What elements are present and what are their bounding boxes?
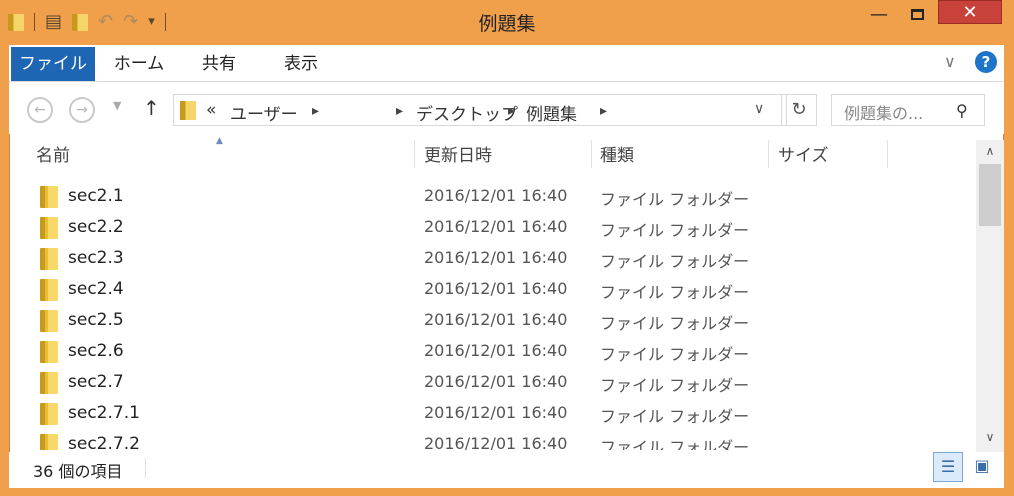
address-bar[interactable]: « ユーザー ▸ ▸ デスクトップ ▸ 例題集 ▸ ∨ <box>173 94 787 126</box>
tab-home[interactable]: ホーム <box>105 47 173 81</box>
search-placeholder: 例題集の... <box>844 104 924 123</box>
item-type: ファイル フォルダー <box>600 345 750 364</box>
item-date: 2016/12/01 16:40 <box>424 372 568 391</box>
status-divider <box>145 458 146 478</box>
breadcrumb-separator[interactable]: ▸ <box>396 103 403 119</box>
vertical-scrollbar[interactable]: ∧ ∨ <box>976 140 1004 452</box>
address-dropdown-icon[interactable]: ∨ <box>754 101 764 117</box>
breadcrumb-desktop[interactable]: デスクトップ <box>416 100 518 125</box>
item-type: ファイル フォルダー <box>600 376 750 395</box>
search-input[interactable]: 例題集の... ⚲ <box>831 94 985 126</box>
item-date: 2016/12/01 16:40 <box>424 434 568 450</box>
breadcrumb-users[interactable]: ユーザー <box>230 100 298 125</box>
item-name: sec2.4 <box>68 279 124 299</box>
item-name: sec2.3 <box>68 248 124 268</box>
large-icons-view-button[interactable]: ▣ <box>967 452 997 482</box>
scroll-up-icon[interactable]: ∧ <box>976 144 1004 158</box>
item-name: sec2.7.1 <box>68 403 140 423</box>
item-type: ファイル フォルダー <box>600 252 750 271</box>
details-view-button[interactable]: ☰ <box>933 452 963 482</box>
up-button[interactable]: ↑ <box>143 96 160 120</box>
navigation-bar: ← → ▼ ↑ « ユーザー ▸ ▸ デスクトップ ▸ 例題集 ▸ ∨ ↻ 例題… <box>9 82 1004 134</box>
item-date: 2016/12/01 16:40 <box>424 310 568 329</box>
list-item[interactable]: sec2.6 2016/12/01 16:40 ファイル フォルダー <box>36 337 976 368</box>
ribbon-tabs: ファイル ホーム 共有 表示 ∨ ? <box>9 45 1004 82</box>
tab-file[interactable]: ファイル <box>11 47 95 81</box>
search-icon[interactable]: ⚲ <box>956 101 968 120</box>
list-item[interactable]: sec2.3 2016/12/01 16:40 ファイル フォルダー <box>36 244 976 275</box>
item-type: ファイル フォルダー <box>600 407 750 426</box>
item-name: sec2.7 <box>68 372 124 392</box>
list-item[interactable]: sec2.7 2016/12/01 16:40 ファイル フォルダー <box>36 368 976 399</box>
folder-icon <box>40 372 58 394</box>
column-divider[interactable] <box>887 140 888 168</box>
minimize-button[interactable]: — <box>860 0 898 28</box>
item-date: 2016/12/01 16:40 <box>424 248 568 267</box>
title-bar: ▤ ↶ ↷ ▾ 例題集 — ✕ <box>0 0 1014 45</box>
column-divider[interactable] <box>768 140 769 168</box>
item-date: 2016/12/01 16:40 <box>424 186 568 205</box>
explorer-window: ▤ ↶ ↷ ▾ 例題集 — ✕ ファイル ホーム 共有 表示 ∨ ? ← → ▼… <box>0 0 1014 496</box>
status-bar: 36 個の項目 ☰ ▣ <box>9 452 1004 488</box>
file-list: sec2.1 2016/12/01 16:40 ファイル フォルダー sec2.… <box>36 182 976 450</box>
forward-button[interactable]: → <box>69 97 95 123</box>
item-count: 36 個の項目 <box>33 462 123 481</box>
item-date: 2016/12/01 16:40 <box>424 403 568 422</box>
item-type: ファイル フォルダー <box>600 438 750 450</box>
list-item[interactable]: sec2.7.1 2016/12/01 16:40 ファイル フォルダー <box>36 399 976 430</box>
column-divider[interactable] <box>591 140 592 168</box>
folder-icon <box>40 310 58 332</box>
item-name: sec2.7.2 <box>68 434 140 450</box>
breadcrumb-separator[interactable]: ▸ <box>312 103 319 119</box>
list-item[interactable]: sec2.7.2 2016/12/01 16:40 ファイル フォルダー <box>36 430 976 450</box>
list-item[interactable]: sec2.5 2016/12/01 16:40 ファイル フォルダー <box>36 306 976 337</box>
back-button[interactable]: ← <box>27 97 53 123</box>
item-type: ファイル フォルダー <box>600 190 750 209</box>
scroll-down-icon[interactable]: ∨ <box>976 430 1004 444</box>
folder-icon <box>40 248 58 270</box>
folder-icon <box>40 279 58 301</box>
help-icon[interactable]: ? <box>975 51 997 73</box>
column-header-type[interactable]: 種類 <box>600 140 760 172</box>
maximize-button[interactable] <box>898 0 936 28</box>
breadcrumb-overflow[interactable]: « <box>206 100 216 120</box>
recent-locations-icon[interactable]: ▼ <box>113 99 121 112</box>
tab-view[interactable]: 表示 <box>271 47 331 81</box>
list-item[interactable]: sec2.4 2016/12/01 16:40 ファイル フォルダー <box>36 275 976 306</box>
list-item[interactable]: sec2.2 2016/12/01 16:40 ファイル フォルダー <box>36 213 976 244</box>
column-header-name[interactable]: 名前 <box>36 140 406 172</box>
folder-icon <box>178 99 198 121</box>
refresh-button[interactable]: ↻ <box>781 94 817 126</box>
item-type: ファイル フォルダー <box>600 221 750 240</box>
item-date: 2016/12/01 16:40 <box>424 279 568 298</box>
folder-icon <box>40 217 58 239</box>
folder-icon <box>40 403 58 425</box>
close-button[interactable]: ✕ <box>938 0 1002 24</box>
folder-icon <box>40 341 58 363</box>
list-item[interactable]: sec2.1 2016/12/01 16:40 ファイル フォルダー <box>36 182 976 213</box>
item-name: sec2.5 <box>68 310 124 330</box>
item-date: 2016/12/01 16:40 <box>424 341 568 360</box>
breadcrumb-separator[interactable]: ▸ <box>508 103 515 119</box>
breadcrumb-separator[interactable]: ▸ <box>600 103 607 119</box>
column-header-date[interactable]: 更新日時 <box>424 140 584 172</box>
item-name: sec2.6 <box>68 341 124 361</box>
folder-icon <box>40 186 58 208</box>
tab-share[interactable]: 共有 <box>189 47 249 81</box>
item-type: ファイル フォルダー <box>600 314 750 333</box>
item-name: sec2.2 <box>68 217 124 237</box>
folder-icon <box>40 434 58 450</box>
item-date: 2016/12/01 16:40 <box>424 217 568 236</box>
maximize-icon <box>910 8 924 20</box>
column-header-size[interactable]: サイズ <box>778 140 878 172</box>
breadcrumb-current-folder[interactable]: 例題集 <box>526 100 577 125</box>
item-type: ファイル フォルダー <box>600 283 750 302</box>
expand-ribbon-icon[interactable]: ∨ <box>944 52 956 71</box>
scrollbar-thumb[interactable] <box>979 164 1001 226</box>
column-divider[interactable] <box>414 140 415 168</box>
item-name: sec2.1 <box>68 186 124 206</box>
